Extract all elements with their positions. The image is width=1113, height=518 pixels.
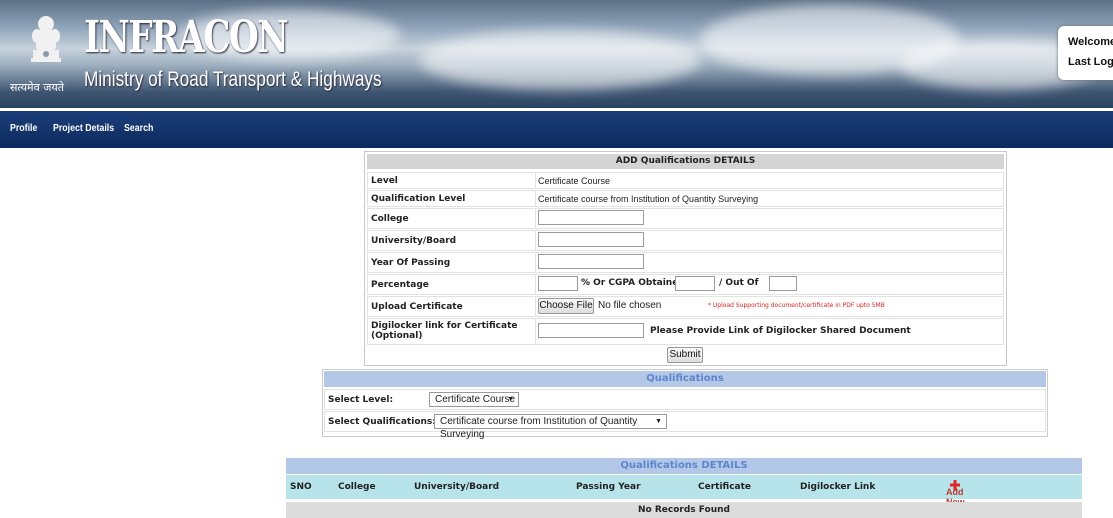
details-title: Qualifications DETAILS xyxy=(286,458,1082,474)
form-row-qualification-level: Qualification Level Certificate course f… xyxy=(367,190,1004,207)
out-of-input[interactable] xyxy=(769,276,797,291)
qualification-level-label: Qualification Level xyxy=(371,194,466,204)
details-column-header: SNO College University/Board Passing Yea… xyxy=(286,475,1082,507)
select-level-dropdown[interactable]: Certificate Course ▼ xyxy=(429,392,519,407)
column-divider xyxy=(535,253,536,272)
motto-text: सत्यमेव जयते xyxy=(10,81,65,94)
column-divider xyxy=(535,231,536,250)
choose-file-button[interactable]: Choose File xyxy=(538,298,594,314)
chevron-down-icon: ▼ xyxy=(655,418,662,425)
form-row-year: Year Of Passing xyxy=(367,252,1004,273)
banner-cloud xyxy=(420,30,700,90)
column-divider xyxy=(535,297,536,316)
digilocker-input[interactable] xyxy=(538,323,644,338)
chevron-down-icon: ▼ xyxy=(507,396,514,403)
no-file-text: No file chosen xyxy=(598,300,662,311)
qualifications-selector: Qualifications Select Level: Certificate… xyxy=(322,369,1048,440)
college-label: College xyxy=(371,214,409,224)
welcome-label: Welcome : xyxy=(1068,36,1113,48)
column-divider xyxy=(535,319,536,344)
select-qualification-row: Select Qualifications: Certificate cours… xyxy=(324,411,1046,440)
add-qualification-form: ADD Qualifications DETAILS Level Certifi… xyxy=(364,151,1007,366)
main-nav: Profile Project Details Search xyxy=(0,111,1113,148)
digilocker-label: Digilocker link for Certificate (Optiona… xyxy=(371,321,518,341)
column-divider xyxy=(535,275,536,294)
upload-hint: * Upload Supporting document/certificate… xyxy=(708,302,885,309)
col-university: University/Board xyxy=(414,482,500,492)
nav-project-details[interactable]: Project Details xyxy=(53,123,114,134)
column-divider xyxy=(535,209,536,228)
column-divider xyxy=(535,191,536,206)
level-label: Level xyxy=(371,176,398,186)
year-label: Year Of Passing xyxy=(371,258,451,268)
form-row-university: University/Board xyxy=(367,230,1004,251)
select-level-value: Certificate Course xyxy=(435,394,516,405)
level-value: Certificate Course xyxy=(538,176,611,186)
select-qualification-label: Select Qualifications: xyxy=(328,417,436,427)
year-input[interactable] xyxy=(538,254,644,269)
col-sno: SNO xyxy=(290,482,312,492)
nav-search[interactable]: Search xyxy=(124,123,153,134)
percentage-label: Percentage xyxy=(371,280,429,290)
percentage-input[interactable] xyxy=(538,276,578,291)
form-row-upload: Upload Certificate Choose File No file c… xyxy=(367,296,1004,317)
national-emblem-icon xyxy=(31,16,61,62)
header-banner: सत्यमेव जयते INFRACON Ministry of Road T… xyxy=(0,0,1113,108)
brand-title[interactable]: INFRACON xyxy=(84,12,289,63)
col-certificate: Certificate xyxy=(698,482,752,492)
qualification-level-value: Certificate course from Institution of Q… xyxy=(538,194,759,204)
upload-label: Upload Certificate xyxy=(371,302,463,312)
select-level-row: Select Level: Certificate Course ▼ xyxy=(324,389,1046,410)
form-row-level: Level Certificate Course xyxy=(367,172,1004,189)
select-level-label: Select Level: xyxy=(328,395,394,405)
form-title: ADD Qualifications DETAILS xyxy=(367,154,1004,169)
form-row-digilocker: Digilocker link for Certificate (Optiona… xyxy=(367,318,1004,345)
col-passing-year: Passing Year xyxy=(576,482,641,492)
college-input[interactable] xyxy=(538,210,644,225)
university-input[interactable] xyxy=(538,232,644,247)
col-college: College xyxy=(338,482,376,492)
last-login-label: Last Login xyxy=(1068,56,1113,68)
form-row-college: College xyxy=(367,208,1004,229)
university-label: University/Board xyxy=(371,236,457,246)
cgpa-label: % Or CGPA Obtained xyxy=(581,278,685,288)
cgpa-input[interactable] xyxy=(675,276,715,291)
out-of-label: / Out Of xyxy=(719,278,759,288)
add-new-button[interactable]: Add New xyxy=(946,480,965,507)
col-digilocker-link: Digilocker Link xyxy=(800,482,876,492)
digilocker-hint: Please Provide Link of Digilocker Shared… xyxy=(650,326,911,336)
no-records-message: No Records Found xyxy=(286,502,1082,518)
qualifications-title: Qualifications xyxy=(324,371,1046,387)
nav-profile[interactable]: Profile xyxy=(10,123,37,134)
user-info-box: Welcome : Last Login xyxy=(1058,26,1113,80)
form-row-percentage: Percentage % Or CGPA Obtained / Out Of xyxy=(367,274,1004,295)
submit-button[interactable]: Submit xyxy=(667,347,703,363)
select-qualification-dropdown[interactable]: Certificate course from Institution of Q… xyxy=(434,414,667,440)
select-qualification-value: Certificate course from Institution of Q… xyxy=(440,416,638,440)
column-divider xyxy=(535,173,536,188)
ministry-subtitle: Ministry of Road Transport & Highways xyxy=(84,68,382,91)
